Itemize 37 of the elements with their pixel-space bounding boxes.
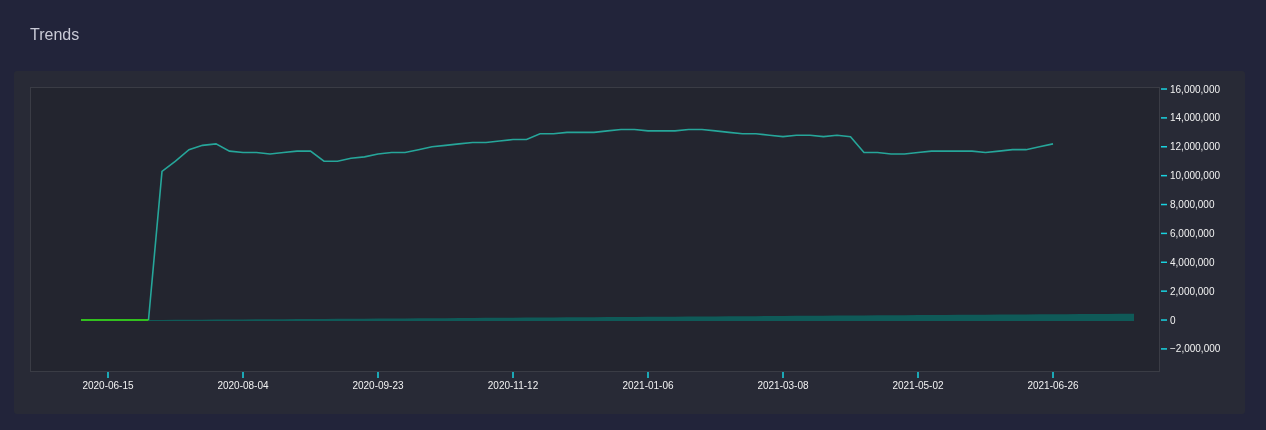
tick-mark [1160, 88, 1168, 90]
x-axis-label: 2020-06-15 [82, 380, 134, 391]
tick-mark [1160, 319, 1168, 321]
tick-mark [782, 371, 784, 379]
tick-mark [647, 371, 649, 379]
y-axis-label: −2,000,000 [1170, 343, 1221, 355]
tick-mark [1160, 174, 1168, 177]
x-axis-label: 2021-03-08 [757, 380, 809, 391]
y-axis-label: 8,000,000 [1170, 199, 1215, 211]
x-axis-label: 2021-01-06 [622, 380, 674, 391]
tick-mark [1160, 290, 1168, 292]
y-axis-label: 16,000,000 [1170, 83, 1221, 95]
x-axis-label: 2020-11-12 [487, 380, 539, 391]
tick-mark [512, 371, 514, 379]
y-axis-label: 14,000,000 [1170, 112, 1221, 124]
tick-mark [1160, 146, 1168, 148]
y-axis-label: 2,000,000 [1170, 285, 1215, 297]
tick-mark [107, 371, 109, 379]
tick-mark [1160, 232, 1168, 235]
page-title: Trends [30, 25, 81, 45]
tick-mark [1160, 261, 1168, 264]
x-axis-label: 2021-05-02 [892, 380, 944, 391]
x-axis-label: 2021-06-26 [1027, 380, 1079, 391]
tick-mark [377, 371, 379, 379]
x-axis-label: 2020-08-04 [217, 380, 269, 391]
tick-mark [1160, 203, 1168, 206]
tick-mark [1052, 371, 1054, 379]
y-axis-label: 0 [1170, 314, 1176, 326]
tick-mark [917, 371, 919, 379]
y-axis-label: 6,000,000 [1170, 227, 1215, 239]
x-axis-label: 2020-09-23 [352, 380, 404, 391]
tick-mark [1160, 117, 1168, 119]
y-axis-label: 10,000,000 [1170, 170, 1221, 182]
tick-mark [242, 371, 244, 379]
y-axis-label: 4,000,000 [1170, 256, 1215, 268]
y-axis-label: 12,000,000 [1170, 141, 1221, 153]
tick-mark [1160, 348, 1168, 350]
